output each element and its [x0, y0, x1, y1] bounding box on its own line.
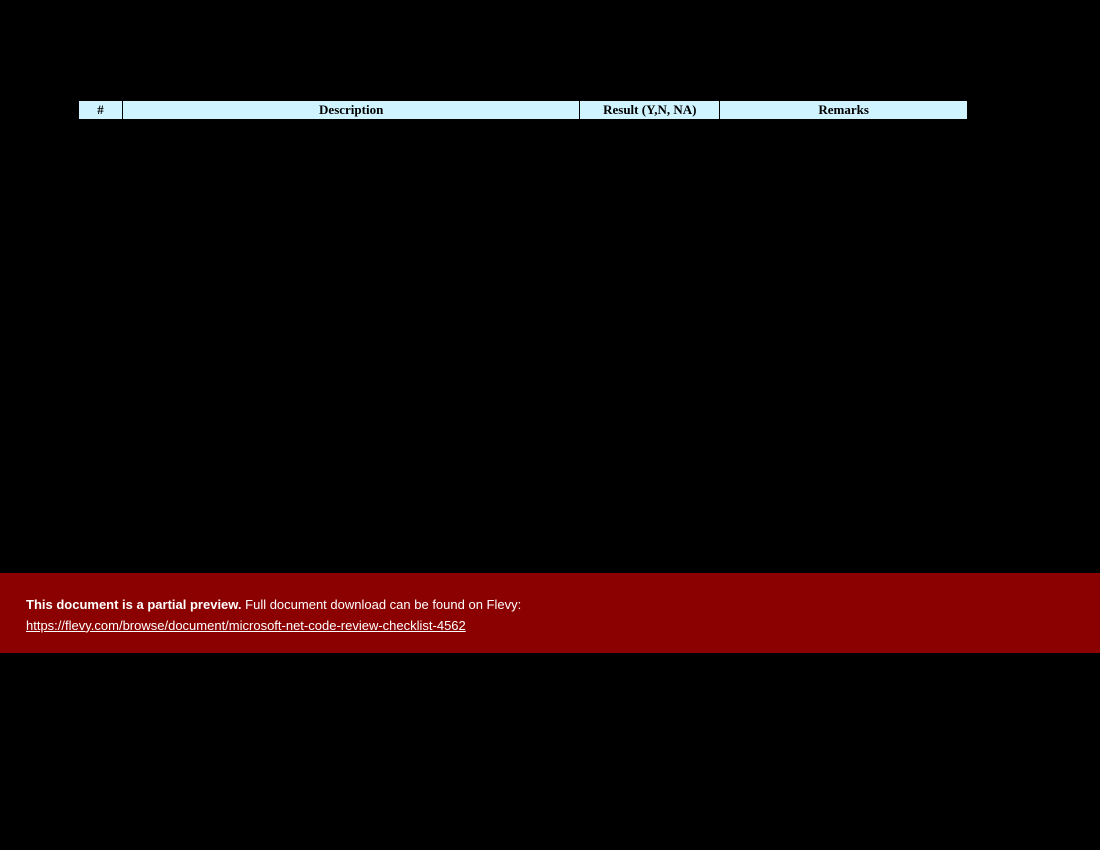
table-header-row: # Description Result (Y,N, NA) Remarks: [79, 101, 968, 120]
col-header-remarks: Remarks: [720, 101, 968, 120]
col-header-result: Result (Y,N, NA): [580, 101, 720, 120]
col-header-description: Description: [122, 101, 579, 120]
banner-bold-text: This document is a partial preview.: [26, 597, 242, 612]
banner-link[interactable]: https://flevy.com/browse/document/micros…: [26, 618, 466, 633]
col-header-number: #: [79, 101, 123, 120]
preview-banner: This document is a partial preview. Full…: [0, 573, 1100, 653]
checklist-table: # Description Result (Y,N, NA) Remarks: [78, 100, 968, 120]
banner-rest-text: Full document download can be found on F…: [242, 597, 522, 612]
checklist-table-wrap: # Description Result (Y,N, NA) Remarks: [78, 100, 968, 120]
